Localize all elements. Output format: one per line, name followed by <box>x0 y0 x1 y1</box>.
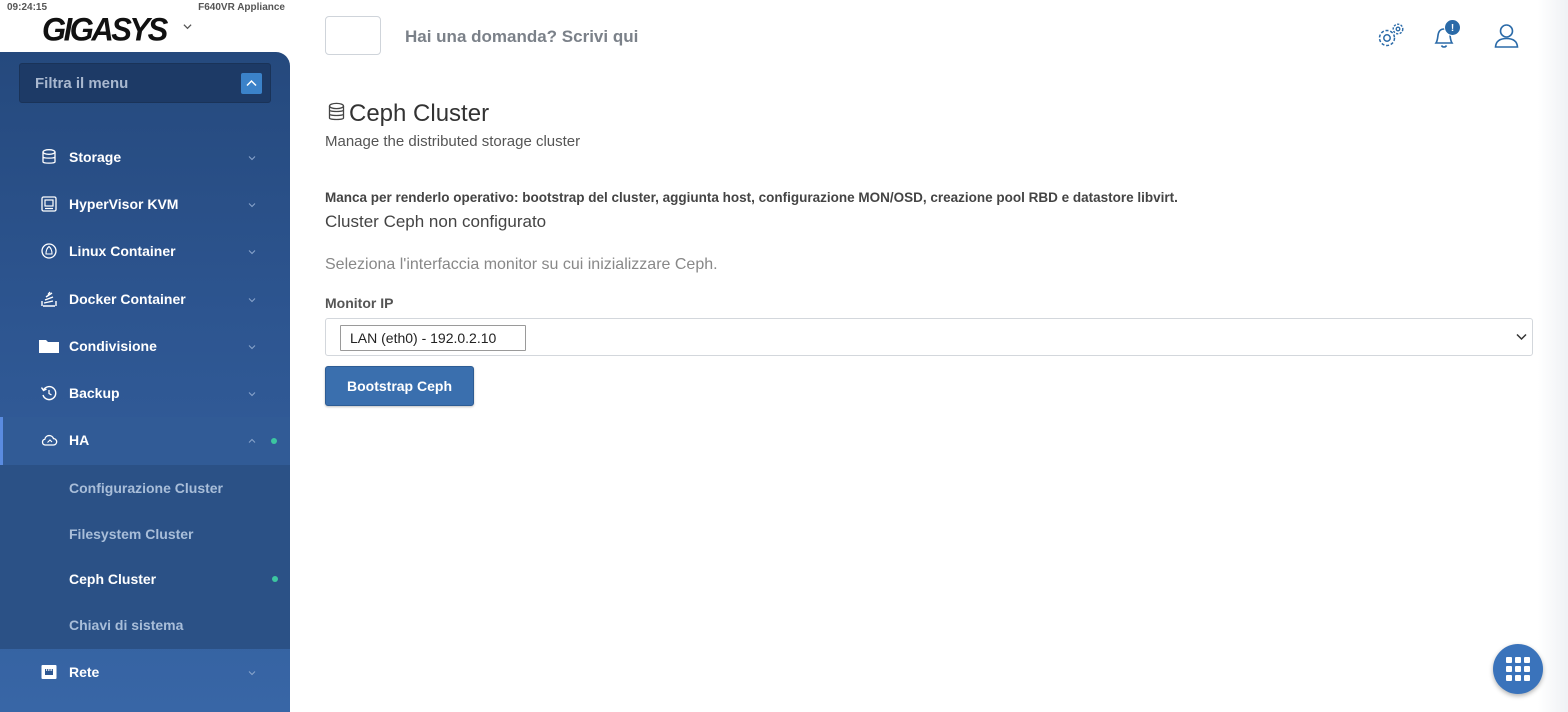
help-question-prompt[interactable]: Hai una domanda? Scrivi qui <box>405 27 638 47</box>
sidebar-item-label: HyperVisor KVM <box>69 196 179 212</box>
sidebar-item-hypervisor[interactable]: HyperVisor KVM <box>0 181 290 228</box>
monitor-ip-select[interactable]: LAN (eth0) - 192.0.2.10 <box>325 318 1533 356</box>
network-icon <box>41 665 57 679</box>
sidebar-item-label: Condivisione <box>69 338 157 354</box>
sidebar-item-label: Storage <box>69 149 122 165</box>
sidebar-item-label: Rete <box>69 664 100 680</box>
server-icon <box>41 196 57 212</box>
submenu-item-chiavi-di-sistema[interactable]: Chiavi di sistema <box>0 602 290 648</box>
brand-bar: 09:24:15 F640VR Appliance GIGASYS <box>0 0 290 52</box>
chevron-down-icon <box>248 156 256 161</box>
user-icon[interactable] <box>1493 22 1520 49</box>
active-indicator-dot <box>271 438 277 444</box>
sidebar: 09:24:15 F640VR Appliance GIGASYS Filtra… <box>0 0 290 712</box>
stack-icon <box>41 291 57 307</box>
monitor-ip-label: Monitor IP <box>325 295 394 311</box>
missing-steps-warning: Manca per renderlo operativo: bootstrap … <box>325 190 1178 205</box>
page-title: Ceph Cluster <box>349 100 490 127</box>
chevron-down-icon <box>248 203 256 208</box>
folder-icon <box>39 340 59 353</box>
apps-launcher-button[interactable] <box>1493 644 1543 694</box>
submenu-item-label: Filesystem Cluster <box>69 526 194 542</box>
cloud-icon <box>41 434 58 446</box>
sidebar-nav: Filtra il menu Storage HyperVisor KVM Li… <box>0 52 290 712</box>
notification-badge[interactable]: ! <box>1444 19 1461 36</box>
sidebar-item-backup[interactable]: Backup <box>0 370 290 417</box>
submenu-item-ceph-cluster[interactable]: Ceph Cluster <box>0 556 290 602</box>
logo[interactable]: GIGASYS <box>42 11 168 49</box>
chevron-down-icon <box>1516 333 1527 341</box>
monitor-ip-selected-value: LAN (eth0) - 192.0.2.10 <box>340 325 526 351</box>
linux-icon <box>41 243 57 259</box>
sidebar-item-label: HA <box>69 432 90 448</box>
filter-input[interactable]: Filtra il menu <box>35 75 128 92</box>
chevron-up-icon <box>248 438 256 443</box>
page-subtitle: Manage the distributed storage cluster <box>325 133 581 150</box>
sidebar-item-rete[interactable]: Rete <box>0 649 290 696</box>
collapse-menu-button[interactable] <box>241 73 262 94</box>
sidebar-item-storage[interactable]: Storage <box>0 134 290 181</box>
submenu-item-filesystem-cluster[interactable]: Filesystem Cluster <box>0 511 290 557</box>
chevron-up-icon <box>246 79 257 87</box>
sidebar-item-ha[interactable]: HA <box>0 417 290 465</box>
menu-filter[interactable]: Filtra il menu <box>19 63 271 103</box>
right-edge-shadow <box>1538 0 1568 712</box>
sidebar-item-label: Backup <box>69 385 120 401</box>
submenu-item-configurazione-cluster[interactable]: Configurazione Cluster <box>0 465 290 511</box>
chevron-down-icon <box>248 392 256 397</box>
active-indicator-dot <box>272 576 278 582</box>
sidebar-item-linux-container[interactable]: Linux Container <box>0 228 290 275</box>
header-search-box[interactable] <box>325 16 381 55</box>
chevron-down-icon <box>248 298 256 303</box>
submenu-item-label: Configurazione Cluster <box>69 480 224 496</box>
monitor-hint: Seleziona l'interfaccia monitor su cui i… <box>325 256 718 273</box>
sidebar-item-docker-container[interactable]: Docker Container <box>0 276 290 323</box>
appliance-name: F640VR Appliance <box>198 2 285 13</box>
submenu-item-label: Ceph Cluster <box>69 571 157 587</box>
sidebar-item-label: Docker Container <box>69 291 186 307</box>
grid-icon <box>1506 657 1530 681</box>
sidebar-item-label: Linux Container <box>69 243 176 259</box>
chevron-down-icon[interactable] <box>183 22 192 31</box>
chevron-down-icon <box>248 671 256 676</box>
chevron-down-icon <box>248 345 256 350</box>
submenu-item-label: Chiavi di sistema <box>69 617 184 633</box>
cluster-status: Cluster Ceph non configurato <box>325 212 547 231</box>
chevron-down-icon <box>248 250 256 255</box>
database-icon <box>42 149 56 164</box>
database-icon <box>328 102 345 121</box>
backup-icon <box>40 385 57 401</box>
settings-icon[interactable] <box>1375 21 1406 51</box>
bootstrap-ceph-button[interactable]: Bootstrap Ceph <box>325 366 474 406</box>
sidebar-item-condivisione[interactable]: Condivisione <box>0 323 290 370</box>
